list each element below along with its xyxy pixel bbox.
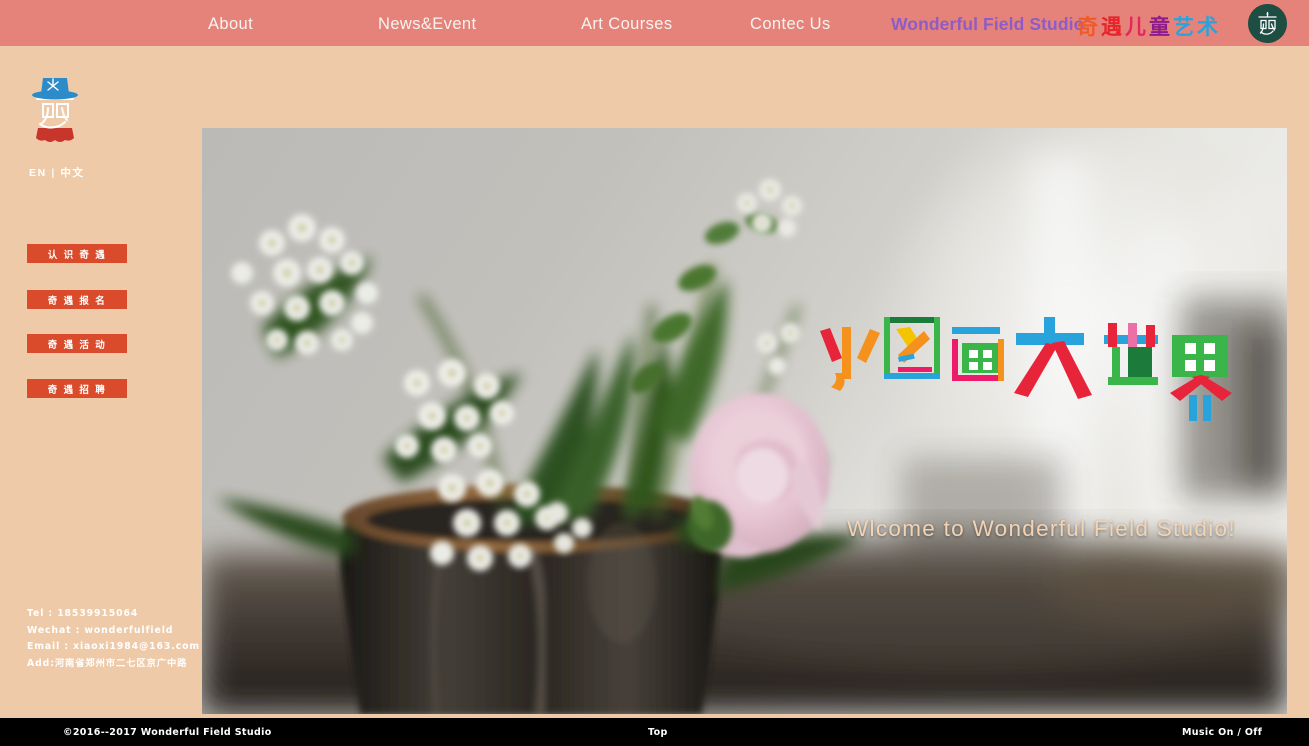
contact-info-block: Tel : 18539915064 Wechat : wonderfulfiel… xyxy=(27,606,200,672)
brand-cn-char-1: 遇 xyxy=(1101,16,1125,39)
language-option-en[interactable]: EN xyxy=(29,167,47,179)
nav-link-contact-us[interactable]: Contec Us xyxy=(750,15,831,34)
contact-wechat: Wechat : wonderfulfield xyxy=(27,624,174,636)
footer-music-toggle[interactable]: Music On / Off xyxy=(1182,727,1262,738)
footer-copyright: ©2016--2017 Wonderful Field Studio xyxy=(63,727,272,738)
nav-link-about[interactable]: About xyxy=(208,15,253,34)
brand-title-chinese: 奇遇儿童艺术 xyxy=(1077,11,1221,41)
hero-title-chinese xyxy=(812,313,1252,438)
contact-email: Email : xiaoxi1984@163.com xyxy=(27,641,200,653)
brand-cn-char-3: 童 xyxy=(1149,16,1173,39)
sidebar-button-know-qiyu[interactable]: 认 识 奇 遇 xyxy=(27,244,127,263)
footer-bar: ©2016--2017 Wonderful Field Studio Top M… xyxy=(0,718,1309,746)
language-separator: | xyxy=(51,167,56,179)
sidebar-button-signup[interactable]: 奇 遇 报 名 xyxy=(27,290,127,309)
brand-cn-char-0: 奇 xyxy=(1077,16,1101,39)
brand-cn-char-4: 艺 xyxy=(1173,16,1197,39)
top-navigation-bar: About News&Event Art Courses Contec Us W… xyxy=(0,0,1309,46)
page-root: About News&Event Art Courses Contec Us W… xyxy=(0,0,1309,746)
page-body: EN | 中文 认 识 奇 遇 奇 遇 报 名 奇 遇 活 动 奇 遇 招 聘 … xyxy=(0,46,1309,718)
sidebar-button-events[interactable]: 奇 遇 活 动 xyxy=(27,334,127,353)
hero-banner[interactable]: Wlcome to Wonderful Field Studio! xyxy=(202,128,1287,714)
sidebar-button-jobs[interactable]: 奇 遇 招 聘 xyxy=(27,379,127,398)
studio-badge-icon[interactable] xyxy=(1248,4,1287,43)
hero-welcome-text: Wlcome to Wonderful Field Studio! xyxy=(847,516,1236,541)
brand-cn-char-5: 术 xyxy=(1197,16,1221,39)
nav-link-news-event[interactable]: News&Event xyxy=(378,15,476,34)
studio-mascot-logo[interactable] xyxy=(26,72,84,144)
language-switcher: EN | 中文 xyxy=(29,165,85,180)
contact-address: Add:河南省郑州市二七区京广中路 xyxy=(27,657,188,669)
brand-cn-char-2: 儿 xyxy=(1125,16,1149,39)
footer-top-link[interactable]: Top xyxy=(648,727,668,738)
brand-title-english: Wonderful Field Studio xyxy=(891,14,1085,34)
language-option-cn[interactable]: 中文 xyxy=(60,167,84,179)
contact-tel: Tel : 18539915064 xyxy=(27,608,139,619)
nav-link-art-courses[interactable]: Art Courses xyxy=(581,15,673,34)
